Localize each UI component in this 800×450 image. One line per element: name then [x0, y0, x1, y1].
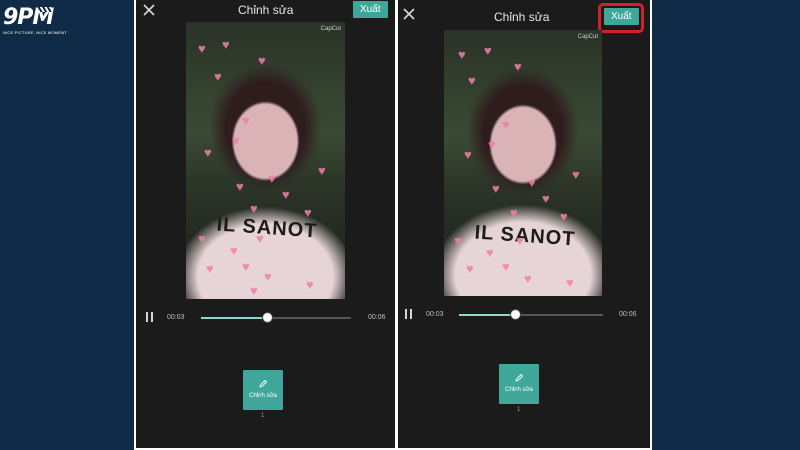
heart-icon: ♥ — [516, 233, 524, 248]
heart-icon: ♥ — [256, 231, 264, 246]
screen-title: Chỉnh sửa — [238, 3, 294, 17]
pause-icon[interactable] — [145, 312, 155, 322]
edit-button-label: Chỉnh sửa — [505, 387, 533, 393]
heart-icon: ♥ — [282, 187, 290, 202]
video-preview: CapCut IL SANOT ♥ ♥ ♥ ♥ ♥ ♥ ♥ ♥ ♥ ♥ ♥ ♥ … — [186, 22, 345, 299]
logo-tagline: NICE PICTURE, NICE MOMENT — [3, 30, 67, 35]
heart-icon: ♥ — [230, 243, 238, 258]
edit-button-label: Chỉnh sửa — [249, 393, 277, 399]
heart-icon: ♥ — [204, 145, 212, 160]
heart-icon: ♥ — [454, 233, 462, 248]
pencil-icon — [259, 379, 268, 388]
screen-title: Chỉnh sửa — [494, 10, 550, 24]
heart-icon: ♥ — [572, 167, 580, 182]
playback-progress — [459, 314, 516, 316]
heart-icon: ♥ — [484, 43, 492, 58]
heart-icon: ♥ — [250, 201, 258, 216]
total-time: 00:06 — [619, 311, 637, 318]
heart-icon: ♥ — [214, 69, 222, 84]
heart-icon: ♥ — [318, 163, 326, 178]
phone-screen-2: Chỉnh sửa Xuất CapCut IL SANOT ♥ ♥ ♥ ♥ ♥… — [398, 0, 650, 448]
pencil-icon — [515, 373, 524, 382]
playback-knob[interactable] — [510, 309, 522, 320]
clip-count: 1 — [261, 413, 265, 419]
heart-icon: ♥ — [492, 181, 500, 196]
capcut-watermark: CapCut — [320, 26, 341, 32]
heart-icon: ♥ — [306, 277, 314, 292]
close-icon[interactable] — [141, 2, 157, 18]
shirt-print: IL SANOT — [473, 221, 577, 251]
edit-button[interactable]: Chỉnh sửa — [499, 364, 539, 404]
total-time: 00:06 — [368, 314, 386, 321]
current-time: 00:03 — [167, 314, 185, 321]
heart-icon: ♥ — [198, 231, 206, 246]
heart-icon: ♥ — [198, 41, 206, 56]
heart-icon: ♥ — [510, 205, 518, 220]
export-button[interactable]: Xuất — [604, 8, 639, 25]
heart-icon: ♥ — [502, 259, 510, 274]
heart-icon: ♥ — [528, 175, 536, 190]
heart-icon: ♥ — [236, 179, 244, 194]
heart-icon: ♥ — [464, 147, 472, 162]
heart-icon: ♥ — [486, 245, 494, 260]
heart-icon: ♥ — [542, 191, 550, 206]
heart-icon: ♥ — [524, 271, 532, 286]
edit-button[interactable]: Chỉnh sửa — [243, 370, 283, 410]
current-time: 00:03 — [426, 311, 444, 318]
heart-icon: ♥ — [466, 261, 474, 276]
shirt-print: IL SANOT — [215, 213, 319, 243]
heart-icon: ♥ — [304, 205, 312, 220]
heart-icon: ♥ — [250, 283, 258, 298]
heart-icon: ♥ — [268, 171, 276, 186]
video-preview: CapCut IL SANOT ♥ ♥ ♥ ♥ ♥ ♥ ♥ ♥ ♥ ♥ ♥ ♥ … — [444, 30, 602, 296]
brand-logo: 9PM NICE PICTURE, NICE MOMENT — [3, 6, 67, 40]
heart-icon: ♥ — [206, 261, 214, 276]
playback-slider[interactable] — [201, 312, 351, 323]
heart-icon: ♥ — [458, 47, 466, 62]
heart-icon: ♥ — [566, 275, 574, 290]
export-button[interactable]: Xuất — [353, 1, 388, 18]
phone-screen-1: Chỉnh sửa Xuất CapCut IL SANOT ♥ ♥ ♥ ♥ ♥… — [136, 0, 395, 448]
clapperboard-icon — [38, 7, 52, 12]
playback-knob[interactable] — [262, 312, 273, 323]
clip-count: 1 — [517, 407, 521, 413]
heart-icon: ♥ — [468, 73, 476, 88]
playback-slider[interactable] — [459, 309, 603, 320]
playback-progress — [201, 317, 267, 319]
heart-icon: ♥ — [502, 117, 510, 132]
close-icon[interactable] — [401, 6, 417, 22]
heart-icon: ♥ — [264, 269, 272, 284]
heart-icon: ♥ — [242, 113, 250, 128]
capcut-watermark: CapCut — [577, 34, 598, 40]
heart-icon: ♥ — [232, 133, 240, 148]
heart-icon: ♥ — [488, 137, 496, 152]
heart-icon: ♥ — [514, 59, 522, 74]
heart-icon: ♥ — [242, 259, 250, 274]
pause-icon[interactable] — [404, 309, 414, 319]
heart-icon: ♥ — [258, 53, 266, 68]
heart-icon: ♥ — [222, 37, 230, 52]
heart-icon: ♥ — [560, 209, 568, 224]
